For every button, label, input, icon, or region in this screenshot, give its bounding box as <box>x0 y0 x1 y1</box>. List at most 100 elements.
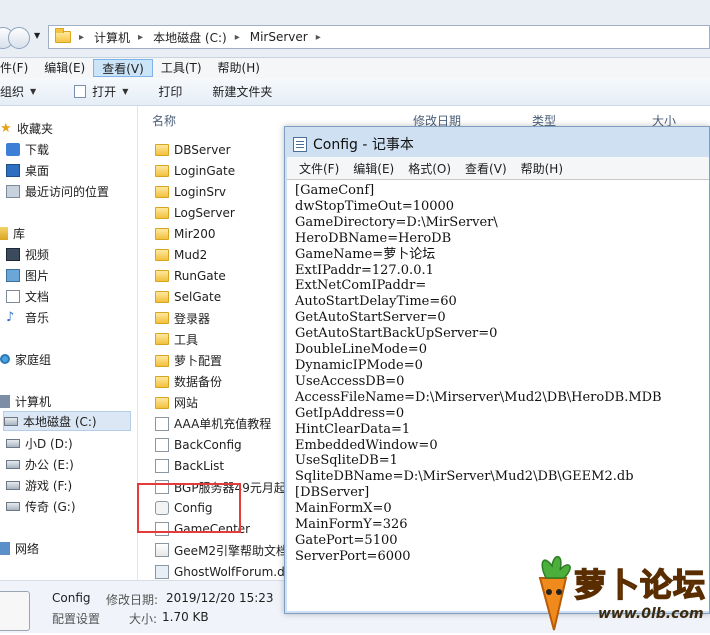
breadcrumb-computer[interactable]: 计算机 <box>94 29 130 46</box>
desktop-icon <box>6 163 20 177</box>
homegroup-icon <box>0 354 10 364</box>
text-line: GetAutoStartBackUpServer=0 <box>295 326 498 342</box>
text-line: GetIpAddress=0 <box>295 405 405 421</box>
nav-label: 本地磁盘 (C:) <box>23 414 97 429</box>
open-button[interactable]: 打开 ▼ <box>48 83 140 100</box>
drive-icon <box>6 459 20 469</box>
print-button[interactable]: 打印 <box>140 83 194 100</box>
open-label: 打开 <box>92 85 117 99</box>
file-row[interactable]: AAA单机充值教程 <box>155 413 271 434</box>
nav-drive-g[interactable]: 传奇 (G:) <box>6 496 76 516</box>
nav-documents[interactable]: 文档 <box>6 286 49 306</box>
file-row[interactable]: GeeM2引擎帮助文档 <box>155 540 288 561</box>
folder-icon <box>155 206 169 219</box>
file-row[interactable]: RunGate <box>155 266 226 287</box>
details-size-label: 大小: <box>129 612 158 626</box>
nav-pictures[interactable]: 图片 <box>6 265 49 285</box>
file-row[interactable]: 萝卜配置 <box>155 350 222 371</box>
nav-network[interactable]: 网络 <box>0 538 39 558</box>
file-name: RunGate <box>174 269 226 284</box>
nav-drive-f[interactable]: 游戏 (F:) <box>6 475 72 495</box>
folder-icon <box>155 375 169 388</box>
forum-watermark: 萝卜论坛 www.0lb.com <box>508 548 708 632</box>
folder-icon <box>155 164 169 177</box>
notepad-menu-view[interactable]: 查看(V) <box>458 160 514 177</box>
organize-button[interactable]: 组织 ▼ <box>0 83 48 100</box>
nav-label: 视频 <box>25 247 50 262</box>
file-row[interactable]: LogServer <box>155 202 235 223</box>
nav-videos[interactable]: 视频 <box>6 244 49 264</box>
file-row[interactable]: GhostWolfForum.dll <box>155 561 291 582</box>
file-row[interactable]: BackConfig <box>155 434 242 455</box>
new-folder-button[interactable]: 新建文件夹 <box>194 83 284 100</box>
breadcrumb-drive-c[interactable]: 本地磁盘 (C:) <box>153 29 227 46</box>
nav-label: 音乐 <box>25 310 50 325</box>
breadcrumb-mirserver[interactable]: MirServer <box>250 30 308 44</box>
nav-desktop[interactable]: 桌面 <box>6 160 49 180</box>
text-line: SqliteDBName=D:\MirServer\Mud2\DB\GEEM2.… <box>295 469 634 485</box>
menu-file[interactable]: 件(F) <box>0 59 36 77</box>
text-line: EmbeddedWindow=0 <box>295 437 438 453</box>
nav-homegroup[interactable]: 家庭组 <box>0 349 51 369</box>
folder-icon <box>155 291 169 304</box>
nav-drive-d[interactable]: 小D (D:) <box>6 433 73 453</box>
nav-music[interactable]: ♪ 音乐 <box>6 307 49 327</box>
nav-label: 计算机 <box>15 394 52 409</box>
config-file-large-icon <box>0 591 30 631</box>
notepad-window[interactable]: Config - 记事本 文件(F) 编辑(E) 格式(O) 查看(V) 帮助(… <box>284 126 710 614</box>
address-box[interactable]: ▸ 计算机 ▸ 本地磁盘 (C:) ▸ MirServer ▸ <box>48 25 710 49</box>
file-row[interactable]: LoginSrv <box>155 181 226 202</box>
chevron-right-icon[interactable]: ▸ <box>235 32 240 43</box>
nav-computer[interactable]: 计算机 <box>0 391 51 411</box>
chevron-right-icon[interactable]: ▸ <box>138 32 143 43</box>
notepad-menu-format[interactable]: 格式(O) <box>401 160 458 177</box>
file-row[interactable]: 登录器 <box>155 308 210 329</box>
nav-recent[interactable]: 最近访问的位置 <box>6 181 109 201</box>
file-name: 登录器 <box>174 311 211 326</box>
chevron-right-icon[interactable]: ▸ <box>79 32 84 43</box>
details-file-type: 配置设置 <box>52 612 101 626</box>
menu-edit[interactable]: 编辑(E) <box>36 59 93 77</box>
file-row[interactable]: 工具 <box>155 329 198 350</box>
folder-icon <box>155 227 169 240</box>
drive-icon <box>6 501 20 511</box>
column-header-name[interactable]: 名称 <box>152 112 176 129</box>
text-line: DoubleLineMode=0 <box>295 342 427 358</box>
notepad-title-bar[interactable]: Config - 记事本 <box>293 134 414 154</box>
folder-icon <box>55 28 71 43</box>
folder-icon <box>155 185 169 198</box>
notepad-menu-help[interactable]: 帮助(H) <box>514 160 570 177</box>
forward-button[interactable] <box>8 27 30 49</box>
nav-label: 传奇 (G:) <box>25 499 76 514</box>
text-line: [GameConf] <box>295 183 375 198</box>
text-file-icon <box>155 416 169 431</box>
nav-drive-c[interactable]: 本地磁盘 (C:) <box>3 411 131 431</box>
file-name: 网站 <box>174 396 199 411</box>
recent-pages-chevron-icon[interactable]: ▼ <box>34 31 40 40</box>
menu-help[interactable]: 帮助(H) <box>210 59 268 77</box>
chevron-right-icon[interactable]: ▸ <box>316 32 321 43</box>
file-row[interactable]: LoginGate <box>155 160 235 181</box>
watermark-url: www.0lb.com <box>598 606 704 622</box>
file-row[interactable]: BackList <box>155 456 224 477</box>
nav-favorites[interactable]: ★ 收藏夹 <box>0 118 53 138</box>
folder-icon <box>155 396 169 409</box>
folder-icon <box>155 270 169 283</box>
notepad-menu-file[interactable]: 文件(F) <box>287 160 346 177</box>
text-line: AutoStartDelayTime=60 <box>295 294 457 310</box>
file-row[interactable]: Mud2 <box>155 245 207 266</box>
nav-downloads[interactable]: 下载 <box>6 139 49 159</box>
notepad-text-area[interactable]: [GameConf] dwStopTimeOut=10000 GameDirecto… <box>287 179 709 611</box>
nav-libraries[interactable]: 库 <box>0 223 25 243</box>
menu-view[interactable]: 查看(V) <box>93 59 153 77</box>
file-row[interactable]: 网站 <box>155 392 198 413</box>
menu-tools[interactable]: 工具(T) <box>153 59 210 77</box>
file-row[interactable]: Mir200 <box>155 223 216 244</box>
nav-drive-e[interactable]: 办公 (E:) <box>6 454 74 474</box>
file-row[interactable]: 数据备份 <box>155 371 222 392</box>
star-icon: ★ <box>0 120 12 136</box>
notepad-menu-edit[interactable]: 编辑(E) <box>346 160 401 177</box>
text-line: UseSqliteDB=1 <box>295 453 398 469</box>
file-row[interactable]: DBServer <box>155 139 231 160</box>
file-row[interactable]: SelGate <box>155 287 221 308</box>
